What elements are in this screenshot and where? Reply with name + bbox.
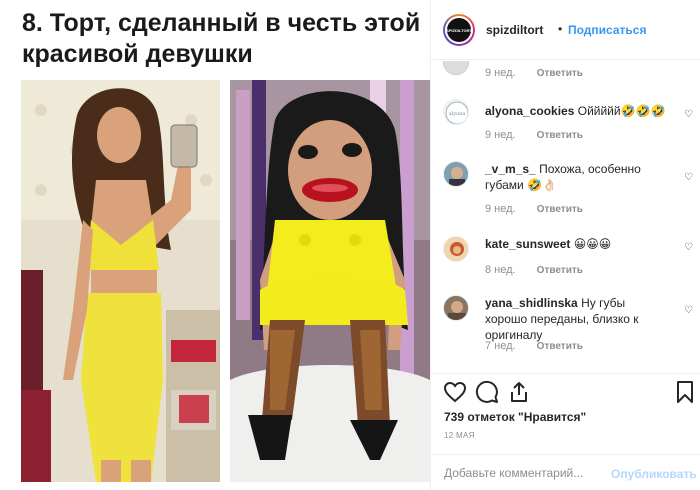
- comments-list[interactable]: 9 нед. Ответить alyona alyona_cookies Ой…: [431, 61, 700, 373]
- comment-text: kate_sunsweet 😀😀😀: [485, 236, 670, 252]
- account-avatar[interactable]: SPIZDILTORT: [443, 14, 475, 46]
- comment-avatar[interactable]: alyona: [443, 99, 469, 125]
- comment-input[interactable]: [444, 464, 594, 482]
- reply-button[interactable]: Ответить: [537, 68, 583, 79]
- comment-icon[interactable]: [475, 380, 499, 404]
- reply-button[interactable]: Ответить: [537, 341, 583, 352]
- likes-count[interactable]: 739 отметок "Нравится": [444, 410, 586, 424]
- separator-dot: •: [558, 22, 563, 36]
- add-comment-bar: Опубликовать: [431, 454, 700, 490]
- cake-photo: [230, 80, 430, 482]
- like-heart-icon[interactable]: [443, 380, 467, 404]
- comment-avatar[interactable]: [443, 161, 469, 187]
- instagram-panel: SPIZDILTORT spizdiltort • Подписаться 9 …: [430, 0, 700, 490]
- comment-meta: 9 нед. Ответить: [485, 203, 583, 215]
- reply-button[interactable]: Ответить: [537, 265, 583, 276]
- comment-avatar[interactable]: [443, 61, 469, 75]
- bookmark-icon[interactable]: [673, 380, 697, 404]
- comment-time: 9 нед.: [485, 203, 516, 215]
- post-actions: 739 отметок "Нравится" 12 МАЯ Опубликова…: [431, 373, 700, 490]
- comment-time: 9 нед.: [485, 129, 516, 141]
- comment-username[interactable]: alyona_cookies: [485, 104, 574, 118]
- comment-username[interactable]: kate_sunsweet: [485, 237, 570, 251]
- comment-username[interactable]: _v_m_s_: [485, 162, 536, 176]
- girl-photo: [21, 80, 220, 482]
- reply-button[interactable]: Ответить: [537, 130, 583, 141]
- comment-username[interactable]: yana_shidlinska: [485, 296, 578, 310]
- comment-time: 7 нед.: [485, 340, 516, 352]
- comment-meta: 8 нед. Ответить: [485, 264, 583, 276]
- comment-text: yana_shidlinska Ну губы хорошо переданы,…: [485, 295, 670, 343]
- svg-text:alyona: alyona: [449, 111, 466, 117]
- post-date: 12 МАЯ: [444, 431, 475, 440]
- follow-button[interactable]: Подписаться: [568, 23, 646, 37]
- avatar-logo-text: SPIZDILTORT: [445, 16, 473, 44]
- comment-avatar[interactable]: [443, 295, 469, 321]
- comment-meta: 7 нед. Ответить: [485, 340, 583, 352]
- comment-heart-icon[interactable]: ♡: [684, 306, 694, 316]
- article-area: 8. Торт, сделанный в честь этой красивой…: [0, 0, 430, 490]
- comment-heart-icon[interactable]: ♡: [684, 110, 694, 120]
- comment-time: 8 нед.: [485, 264, 516, 276]
- headline-line-1: 8. Торт, сделанный в честь этой: [22, 9, 421, 37]
- comment-text: alyona_cookies Оййййй🤣🤣🤣: [485, 103, 670, 119]
- headline-line-2: красивой девушки: [22, 40, 253, 68]
- comment-heart-icon[interactable]: ♡: [684, 173, 694, 183]
- reply-button[interactable]: Ответить: [537, 204, 583, 215]
- comment-meta: 9 нед. Ответить: [485, 129, 583, 141]
- comment-heart-icon[interactable]: ♡: [684, 243, 694, 253]
- comment-time: 9 нед.: [485, 67, 516, 79]
- publish-button[interactable]: Опубликовать: [611, 467, 697, 481]
- share-icon[interactable]: [507, 380, 531, 404]
- post-header: SPIZDILTORT spizdiltort • Подписаться: [431, 0, 700, 60]
- comment-avatar[interactable]: [443, 236, 469, 262]
- article-headline: 8. Торт, сделанный в честь этой красивой…: [22, 8, 432, 70]
- account-username[interactable]: spizdiltort: [486, 23, 543, 37]
- comment-meta: 9 нед. Ответить: [485, 67, 583, 79]
- comment-body: 😀😀😀: [573, 237, 612, 251]
- comment-body: Оййййй🤣🤣🤣: [577, 104, 666, 118]
- comment-text: _v_m_s_ Похожа, особенно губами 🤣👌🏻: [485, 161, 670, 193]
